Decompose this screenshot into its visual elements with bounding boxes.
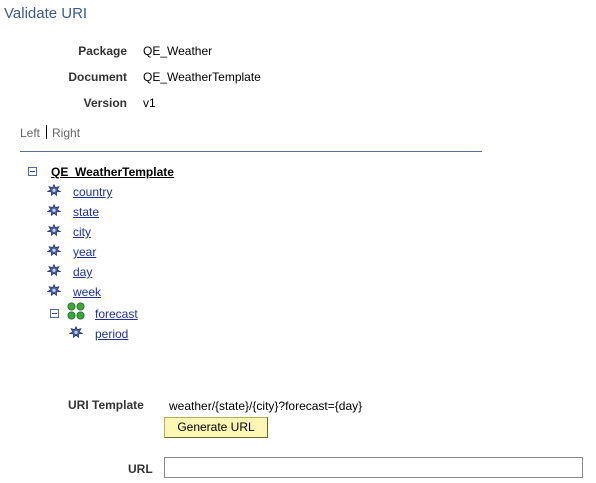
tree-node-country[interactable]: country xyxy=(73,184,112,200)
uri-template-value: weather/{state}/{city}?forecast={day} xyxy=(169,399,363,413)
layout-links: Left Right xyxy=(20,125,80,140)
version-value: v1 xyxy=(143,96,156,110)
tree-root-row: QE_WeatherTemplate xyxy=(0,164,300,180)
leaf-node-icon xyxy=(47,224,61,236)
collapse-toggle-icon[interactable] xyxy=(50,309,59,318)
url-field[interactable] xyxy=(164,457,583,478)
document-label: Document xyxy=(68,70,127,84)
package-label: Package xyxy=(78,44,127,58)
document-value: QE_WeatherTemplate xyxy=(143,70,261,84)
right-link[interactable]: Right xyxy=(52,126,80,140)
leaf-node-icon xyxy=(47,184,61,196)
tree-leaf-row: day xyxy=(0,264,300,280)
validate-uri-page: Validate URI Package QE_Weather Document… xyxy=(0,0,596,483)
package-value: QE_Weather xyxy=(143,44,213,58)
tree-leaf-row: city xyxy=(0,224,300,240)
version-label: Version xyxy=(83,96,127,110)
group-node-icon xyxy=(67,302,85,320)
tree-node-forecast[interactable]: forecast xyxy=(95,306,138,322)
collapse-toggle-icon[interactable] xyxy=(28,167,37,176)
tree-root-node[interactable]: QE_WeatherTemplate xyxy=(51,164,174,180)
leaf-node-icon xyxy=(47,284,61,296)
tree-leaf-row: year xyxy=(0,244,300,260)
tree-node-city[interactable]: city xyxy=(73,224,91,240)
tree-node-period[interactable]: period xyxy=(95,326,128,342)
tree-leaf-row: period xyxy=(0,326,300,342)
leaf-node-icon xyxy=(69,326,83,338)
left-link[interactable]: Left xyxy=(20,126,40,140)
uri-template-label: URI Template xyxy=(68,398,144,412)
generate-url-button[interactable]: Generate URL xyxy=(164,417,268,438)
page-title: Validate URI xyxy=(4,5,88,22)
tree-node-year[interactable]: year xyxy=(73,244,96,260)
tree-node-week[interactable]: week xyxy=(73,284,101,300)
leaf-node-icon xyxy=(47,244,61,256)
link-separator xyxy=(46,125,48,139)
tree-leaf-row: country xyxy=(0,184,300,200)
leaf-node-icon xyxy=(47,204,61,216)
url-label: URL xyxy=(128,462,153,476)
tree-node-state[interactable]: state xyxy=(73,204,99,220)
tree-node-day[interactable]: day xyxy=(73,264,92,280)
tree-group-row: forecast xyxy=(0,302,300,325)
leaf-node-icon xyxy=(47,264,61,276)
tree-leaf-row: state xyxy=(0,204,300,220)
divider xyxy=(20,151,482,152)
tree-leaf-row: week xyxy=(0,284,300,300)
